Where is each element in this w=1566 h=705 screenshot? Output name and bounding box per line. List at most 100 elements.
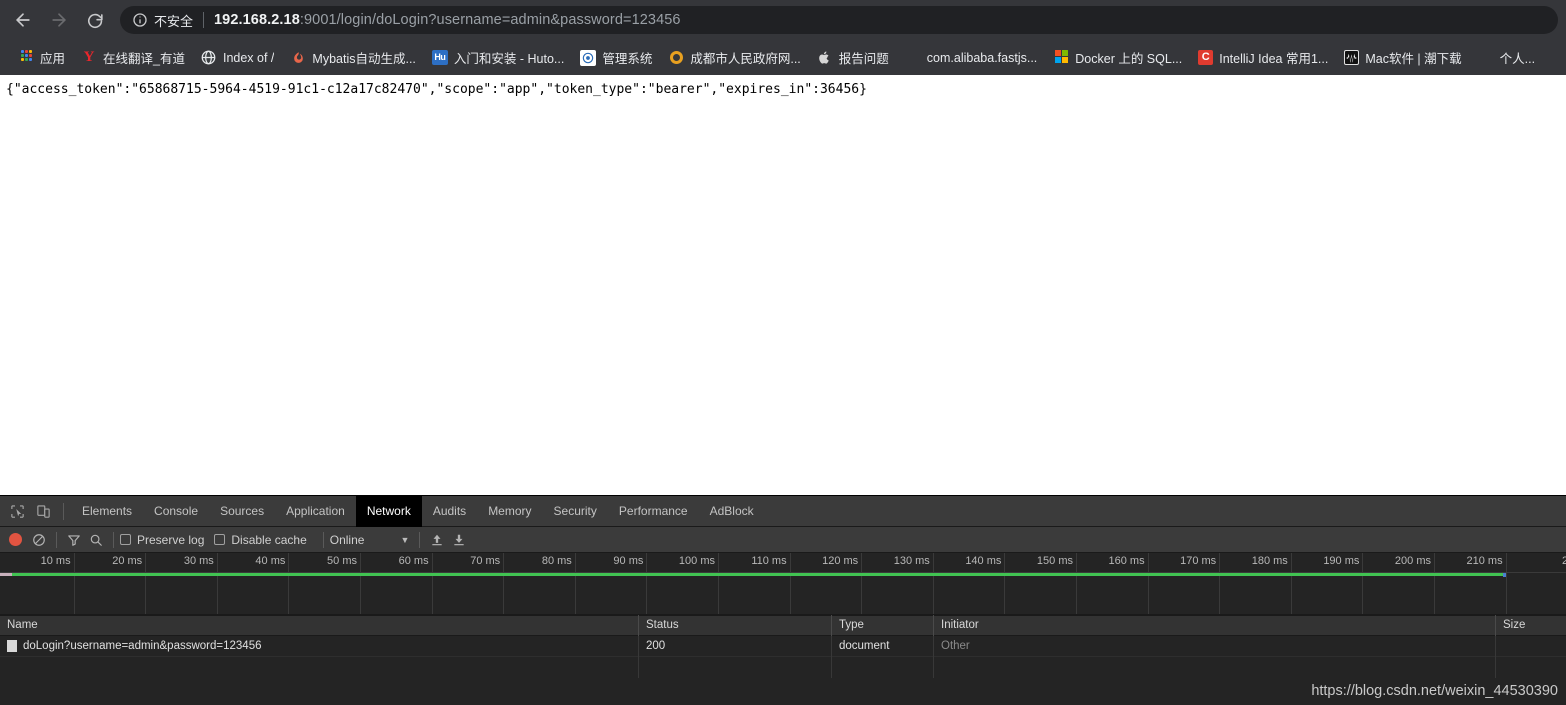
tab-elements[interactable]: Elements [71, 496, 143, 527]
bookmark-youdao[interactable]: Y 在线翻译_有道 [73, 45, 193, 71]
timeline-tick: 190 ms [1323, 553, 1364, 614]
url-path: :9001/login/doLogin?username=admin&passw… [299, 12, 681, 28]
forward-button[interactable] [44, 5, 74, 35]
tab-performance[interactable]: Performance [608, 496, 699, 527]
record-button[interactable] [9, 533, 22, 546]
cell-type: document [832, 635, 934, 657]
clear-icon[interactable] [28, 529, 50, 551]
timeline-tick-label: 40 ms [255, 555, 286, 567]
timeline-tick: 50 ms [327, 553, 361, 614]
ring-icon [668, 50, 684, 66]
bookmark-label: 入门和安装 - Huto... [453, 52, 565, 66]
tab-memory[interactable]: Memory [477, 496, 542, 527]
timeline-tick-label: 10 ms [40, 555, 71, 567]
timeline-tick: 40 ms [255, 553, 290, 614]
bookmark-mybatis[interactable]: Mybatis自动生成... [282, 45, 424, 71]
timeline-tick: 180 ms [1252, 553, 1292, 614]
omnibox-separator [203, 12, 205, 28]
admin-system-icon [580, 49, 597, 66]
column-header-size[interactable]: Size [1496, 615, 1566, 636]
tab-security[interactable]: Security [543, 496, 608, 527]
table-row[interactable]: doLogin?username=admin&password=123456 2… [0, 635, 1566, 657]
bookmark-report-issue[interactable]: 报告问题 [809, 45, 897, 71]
tab-adblock[interactable]: AdBlock [699, 496, 765, 527]
bookmark-intellij[interactable]: C IntelliJ Idea 常用1... [1190, 45, 1336, 71]
watermark: https://blog.csdn.net/weixin_44530390 [1311, 683, 1558, 699]
column-header-initiator[interactable]: Initiator [934, 615, 1496, 636]
back-button[interactable] [8, 5, 38, 35]
column-header-status[interactable]: Status [639, 615, 832, 636]
export-har-icon[interactable] [448, 529, 470, 551]
bookmark-label: 管理系统 [602, 52, 653, 66]
timeline-tick: 20 ms [112, 553, 147, 614]
toolbar-divider [113, 531, 114, 548]
bookmark-index-of[interactable]: Index of / [193, 45, 282, 71]
filter-icon[interactable] [63, 529, 85, 551]
preserve-log-checkbox[interactable]: Preserve log [120, 533, 204, 547]
json-response-body: {"access_token":"65868715-5964-4519-91c1… [6, 82, 867, 97]
bookmark-chengdu-gov[interactable]: 成都市人民政府网... [660, 45, 808, 71]
table-header-row: Name Status Type Initiator Size [0, 615, 1566, 636]
omnibox[interactable]: 不安全 192.168.2.18:9001/login/doLogin?user… [120, 6, 1558, 34]
search-icon[interactable] [85, 529, 107, 551]
disable-cache-checkbox[interactable]: Disable cache [214, 532, 307, 547]
youdao-icon: Y [83, 49, 95, 65]
timeline-tick: 170 ms [1180, 553, 1221, 614]
checkbox-box[interactable] [214, 534, 226, 545]
network-toolbar: Preserve log Disable cache Online ▼ [0, 527, 1566, 553]
bookmark-mac-download[interactable]: Mac软件 | 潮下载 [1336, 45, 1469, 71]
disable-cache-label: Disable cache [231, 532, 307, 547]
bookmark-docker-sql[interactable]: Docker 上的 SQL... [1045, 45, 1190, 71]
chevron-down-icon[interactable]: ▼ [400, 535, 409, 545]
bookmark-personal[interactable]: 个人... [1470, 45, 1543, 71]
bookmark-fastjson[interactable]: com.alibaba.fastjs... [897, 45, 1045, 71]
bookmark-apps[interactable]: 应用 [10, 45, 73, 71]
throttling-value: Online [329, 532, 365, 547]
bookmark-label: Mac软件 | 潮下载 [1365, 52, 1462, 66]
tab-application[interactable]: Application [275, 496, 356, 527]
timeline-tick-label: 130 ms [893, 555, 930, 567]
timeline-blue-marker [1503, 573, 1506, 577]
bookmark-hutool[interactable]: Hu 入门和安装 - Huto... [424, 45, 572, 71]
network-timeline[interactable]: 10 ms 20 ms 30 ms 40 ms 50 ms 60 ms 70 ms 80 ms… [0, 553, 1566, 615]
toolbar-divider [322, 531, 324, 548]
tab-audits[interactable]: Audits [422, 496, 477, 527]
info-circle-icon[interactable] [132, 12, 148, 28]
timeline-tick-label: 20 ms [112, 555, 143, 567]
timeline-tick: 130 ms [894, 553, 934, 614]
timeline-tick-label: 210 ms [1466, 555, 1503, 567]
column-header-type[interactable]: Type [832, 615, 934, 636]
throttling-select[interactable]: Online ▼ [330, 533, 410, 547]
timeline-tick: 80 ms [542, 553, 576, 614]
timeline-tick-label: 110 ms [751, 555, 787, 567]
timeline-tick-label: 90 ms [613, 555, 644, 567]
reload-button[interactable] [80, 5, 110, 35]
timeline-tick: 110 ms [751, 553, 791, 614]
timeline-tick-label: 150 ms [1036, 555, 1073, 567]
bookmarks-bar: 应用 Y 在线翻译_有道 Index of / Mybatis自动生成... H… [0, 40, 1566, 75]
column-header-name[interactable]: Name [0, 615, 639, 636]
hutool-icon: Hu [431, 50, 448, 65]
tab-sources[interactable]: Sources [209, 496, 275, 527]
toolbar-divider [56, 531, 57, 548]
page-content: {"access_token":"65868715-5964-4519-91c1… [0, 75, 1566, 495]
toolbar-divider [419, 531, 421, 548]
checkbox-box[interactable] [120, 534, 131, 545]
timeline-tick-label: 50 ms [327, 555, 357, 567]
bookmark-admin-system[interactable]: 管理系统 [572, 45, 660, 71]
timeline-ruler: 10 ms 20 ms 30 ms 40 ms 50 ms 60 ms 70 ms 80 ms… [0, 553, 1566, 614]
tab-network[interactable]: Network [355, 496, 422, 527]
navigation-bar: 不安全 192.168.2.18:9001/login/doLogin?user… [0, 0, 1566, 40]
inspect-element-icon[interactable] [4, 498, 30, 524]
import-har-icon[interactable] [426, 529, 448, 551]
cell-initiator: Other [934, 635, 1496, 657]
apps-grid-icon [18, 49, 34, 66]
network-request-table: Name Status Type Initiator Size doLogin?… [0, 615, 1566, 678]
tab-console[interactable]: Console [143, 496, 209, 527]
timeline-tick-label: 180 ms [1251, 555, 1288, 567]
cell-name[interactable]: doLogin?username=admin&password=123456 [0, 635, 639, 657]
timeline-tick: 10 ms [41, 553, 75, 614]
device-toolbar-icon[interactable] [30, 498, 56, 524]
intellij-icon: C [1198, 50, 1214, 65]
timeline-tick-label: 120 ms [822, 555, 859, 567]
